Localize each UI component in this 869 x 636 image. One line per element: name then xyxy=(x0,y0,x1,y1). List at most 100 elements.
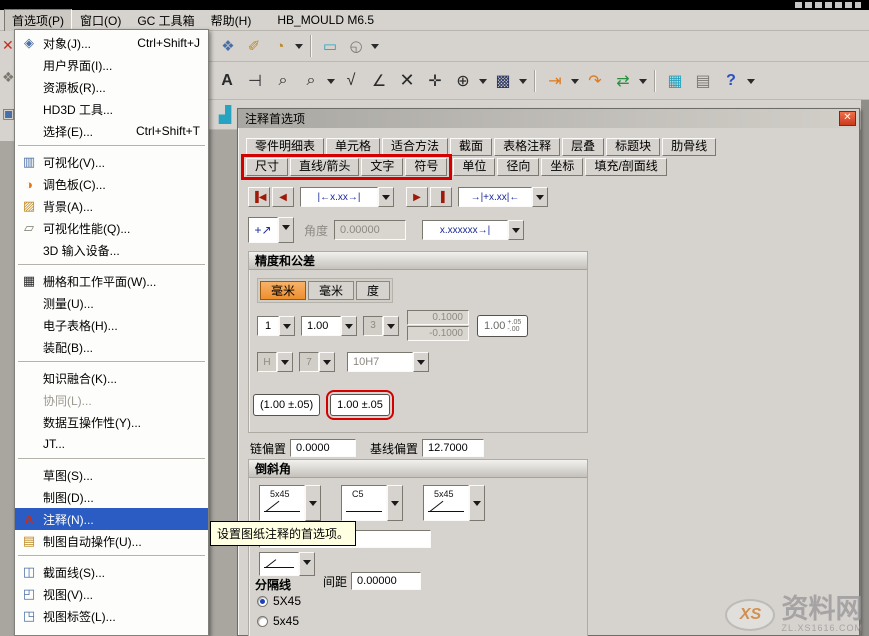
chevron-down-icon[interactable] xyxy=(508,220,524,240)
chevron-down-icon[interactable] xyxy=(638,69,648,93)
grid-table-icon[interactable]: ▦ xyxy=(662,68,688,94)
dual-places-combo[interactable]: 3 xyxy=(363,316,399,336)
chevron-down-icon[interactable] xyxy=(341,316,357,336)
menu-item-annotation[interactable]: A 注释(N)... xyxy=(15,508,208,530)
spacing-field[interactable]: 0.00000 xyxy=(351,572,421,590)
dim-arrow-right-button[interactable]: ▶ xyxy=(406,187,428,207)
tolerance-display-button[interactable]: 1.00 +.05-.00 xyxy=(477,315,528,337)
zoom-options-icon[interactable]: ⌕ xyxy=(298,68,324,94)
point-snap-icon[interactable]: ✛ xyxy=(422,68,448,94)
dialog-titlebar[interactable]: 注释首选项 ✕ xyxy=(238,109,859,128)
upper-tolerance-field[interactable]: 0.1000 xyxy=(407,310,469,325)
sheet-table-icon[interactable]: ▤ xyxy=(690,68,716,94)
chevron-down-icon[interactable] xyxy=(299,552,315,576)
menu-item-visualization[interactable]: ▥ 可视化(V)... xyxy=(15,151,208,173)
unit-mm-tolerance-button[interactable]: 毫米 xyxy=(308,281,354,300)
tolerance-placement-combo[interactable]: |←x.xx→| xyxy=(300,187,394,207)
help-icon[interactable]: ? xyxy=(718,68,744,94)
chevron-down-icon[interactable] xyxy=(319,352,335,372)
tab-radial[interactable]: 径向 xyxy=(497,158,539,176)
chevron-down-icon[interactable] xyxy=(518,69,528,93)
lower-tolerance-field[interactable]: -0.1000 xyxy=(407,326,469,341)
nav-redo-icon[interactable]: ↷ xyxy=(582,68,608,94)
angle-field[interactable]: 0.00000 xyxy=(334,220,406,240)
tab-line-arrow[interactable]: 直线/箭头 xyxy=(290,158,359,176)
chamfer-style-combo-2[interactable]: C5 xyxy=(341,485,403,521)
fit-character-combo[interactable]: H xyxy=(257,352,293,372)
angle-dimension-icon[interactable]: ∠ xyxy=(366,68,392,94)
scene-background-icon[interactable]: ▩ xyxy=(490,68,516,94)
chevron-down-icon[interactable] xyxy=(387,485,403,521)
menu-item-data-interoperability[interactable]: 数据互操作性(Y)... xyxy=(15,411,208,433)
chevron-down-icon[interactable] xyxy=(378,187,394,207)
menu-item-hd3d-tools[interactable]: HD3D 工具... xyxy=(15,98,208,120)
menu-item-knowledge-fusion[interactable]: 知识融合(K)... xyxy=(15,367,208,389)
menu-item-3d-input-device[interactable]: 3D 输入设备... xyxy=(15,239,208,261)
tab-cells[interactable]: 单元格 xyxy=(326,138,380,156)
menu-item-object[interactable]: ◈ 对象(J)... Ctrl+Shift+J xyxy=(15,32,208,54)
chevron-down-icon[interactable] xyxy=(278,217,294,243)
chevron-down-icon[interactable] xyxy=(469,485,485,521)
ruler-tool-icon[interactable]: ▭ xyxy=(318,34,342,58)
compass-tool-icon[interactable]: ◔ xyxy=(268,34,292,58)
delete-icon[interactable]: ✕ xyxy=(394,68,420,94)
chevron-down-icon[interactable] xyxy=(746,69,756,93)
tab-ordinate[interactable]: 坐标 xyxy=(541,158,583,176)
utility-tool-icon[interactable]: ▟ xyxy=(212,102,238,128)
chamfer-symbol-combo[interactable] xyxy=(259,552,315,576)
chevron-down-icon[interactable] xyxy=(370,34,380,58)
leader-style-combo[interactable]: +↗ xyxy=(248,217,294,243)
tab-dimensions[interactable]: 尺寸 xyxy=(246,158,288,176)
close-icon[interactable]: ✕ xyxy=(839,111,856,126)
tab-units[interactable]: 单位 xyxy=(453,158,495,176)
chevron-down-icon[interactable] xyxy=(532,187,548,207)
unit-degree-button[interactable]: 度 xyxy=(356,281,390,300)
tolerance-value-combo[interactable]: 1.00 xyxy=(301,316,357,336)
tolerance-preview-button-1[interactable]: (1.00 ±.05) xyxy=(253,394,320,416)
menu-item-drafting[interactable]: 制图(D)... xyxy=(15,486,208,508)
menu-item-measure[interactable]: 测量(U)... xyxy=(15,292,208,314)
chamfer-style-combo-3[interactable]: 5x45 xyxy=(423,485,485,521)
chamfer-style-combo-1[interactable]: 5x45 xyxy=(259,485,321,521)
baseline-offset-field[interactable]: 12.7000 xyxy=(422,439,484,457)
menu-item-visualization-performance[interactable]: ▱ 可视化性能(Q)... xyxy=(15,217,208,239)
menu-item-selection[interactable]: 选择(E)... Ctrl+Shift+T xyxy=(15,120,208,142)
chevron-down-icon[interactable] xyxy=(294,34,304,58)
menu-item-assemblies[interactable]: 装配(B)... xyxy=(15,336,208,358)
tolerance-preview-button-2[interactable]: 1.00 ±.05 xyxy=(330,394,390,416)
chevron-down-icon[interactable] xyxy=(478,69,488,93)
menu-item-user-interface[interactable]: 用户界面(I)... xyxy=(15,54,208,76)
surface-finish-icon[interactable]: √ xyxy=(338,68,364,94)
tab-lettering[interactable]: 文字 xyxy=(361,158,403,176)
tab-tabular-note[interactable]: 表格注释 xyxy=(494,138,560,156)
dimension-tool-icon[interactable]: ⊣ xyxy=(242,68,268,94)
chevron-down-icon[interactable] xyxy=(413,352,429,372)
dim-arrow-left-button[interactable]: ◀ xyxy=(272,187,294,207)
left-tool-icon[interactable]: ✕ xyxy=(2,37,14,54)
menu-item-background[interactable]: ▨ 背景(A)... xyxy=(15,195,208,217)
target-icon[interactable]: ⊕ xyxy=(450,68,476,94)
menu-item-jt[interactable]: JT... xyxy=(15,433,208,455)
fit-grade-combo[interactable]: 7 xyxy=(299,352,335,372)
tab-title-block[interactable]: 标题块 xyxy=(606,138,660,156)
chevron-down-icon[interactable] xyxy=(279,316,295,336)
chevron-down-icon[interactable] xyxy=(277,352,293,372)
tab-fit-methods[interactable]: 适合方法 xyxy=(382,138,448,156)
separator-radio-5X45[interactable] xyxy=(257,596,268,607)
unit-mm-button[interactable]: 毫米 xyxy=(260,281,306,300)
menu-item-drawing-automation[interactable]: ▤ 制图自动操作(U)... xyxy=(15,530,208,552)
left-tool-icon[interactable]: ▣ xyxy=(2,105,14,122)
chevron-down-icon[interactable] xyxy=(383,316,399,336)
zoom-icon[interactable]: ⌕ xyxy=(270,68,296,94)
separator-radio-5x45[interactable] xyxy=(257,616,268,627)
fit-value-combo[interactable]: 10H7 xyxy=(347,352,429,372)
protractor-tool-icon[interactable]: ◵ xyxy=(344,34,368,58)
menu-item-grid-workplane[interactable]: ▦ 栅格和工作平面(W)... xyxy=(15,270,208,292)
chevron-down-icon[interactable] xyxy=(305,485,321,521)
append-text-combo[interactable]: →|+x.xx|← xyxy=(458,187,548,207)
nav-exchange-icon[interactable]: ⇄ xyxy=(610,68,636,94)
sketch-tool-icon[interactable]: ✐ xyxy=(242,34,266,58)
tab-parts-list[interactable]: 零件明细表 xyxy=(246,138,324,156)
chain-offset-field[interactable]: 0.0000 xyxy=(290,439,356,457)
dim-extension-left-button[interactable]: ▐◀ xyxy=(248,187,270,207)
